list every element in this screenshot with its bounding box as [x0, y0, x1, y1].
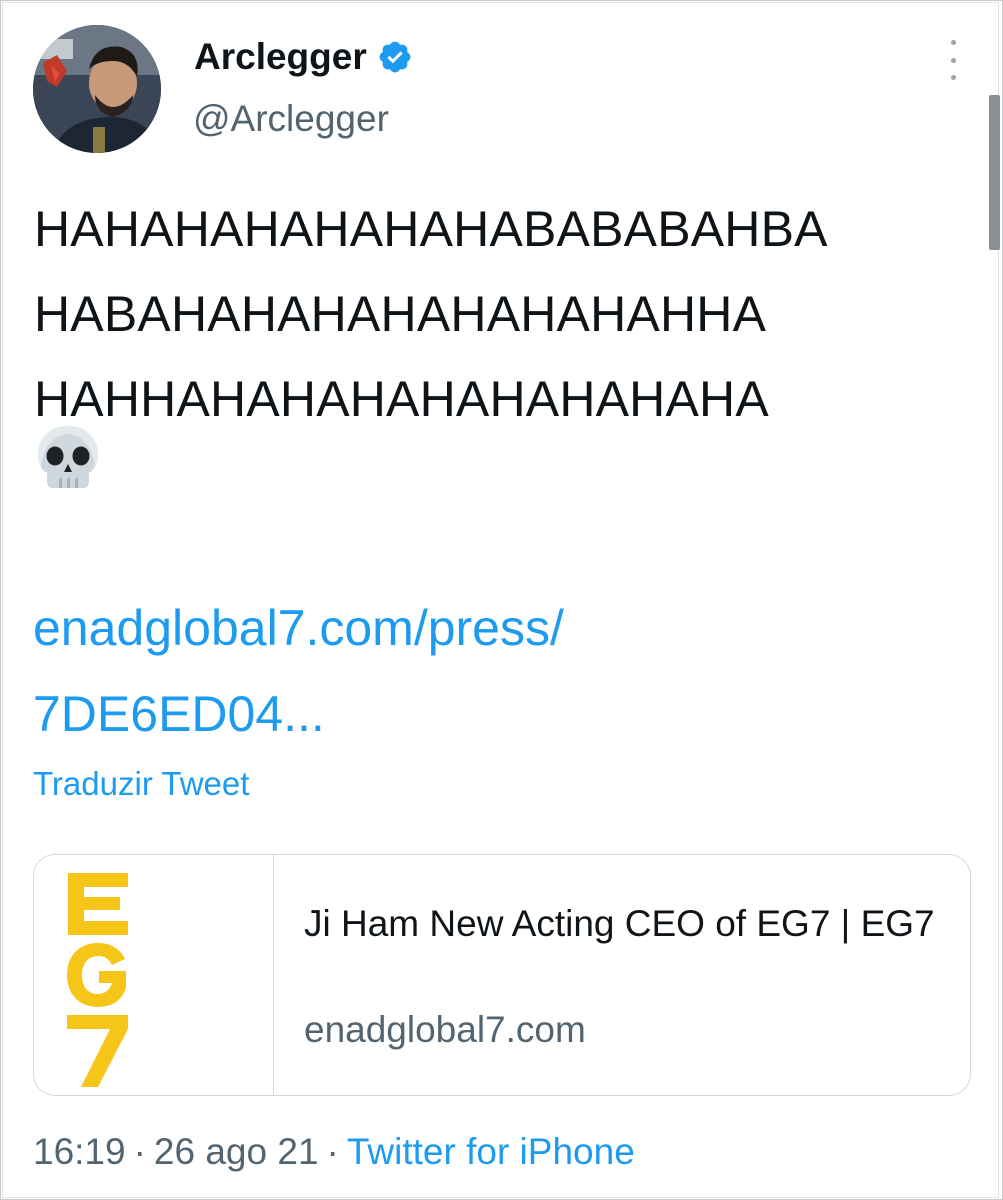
tweet-link[interactable]: enadglobal7.com/press/ 7DE6ED04... [33, 585, 733, 757]
avatar[interactable] [33, 25, 161, 153]
skull-emoji-icon [38, 426, 98, 488]
tweet-source-link[interactable]: Twitter for iPhone [347, 1131, 635, 1172]
author-handle[interactable]: @Arclegger [193, 97, 389, 141]
tweet-text-line: HABAHAHAHAHAHAHAHAHHA [34, 286, 767, 342]
tweet-link-line: enadglobal7.com/press/ [33, 600, 564, 656]
link-card-domain: enadglobal7.com [304, 1009, 586, 1050]
tweet-meta: 16:19 · 26 ago 21 · Twitter for iPhone [33, 1129, 635, 1175]
avatar-photo [33, 25, 161, 153]
link-card-title: Ji Ham New Acting CEO of EG7 | EG7 [304, 903, 935, 944]
author-name-row[interactable]: Arclegger [194, 35, 413, 79]
verified-badge-icon [379, 41, 411, 73]
link-preview-card[interactable]: Ji Ham New Acting CEO of EG7 | EG7 enadg… [33, 854, 971, 1096]
more-vertical-icon-dot [950, 57, 956, 63]
tweet-time[interactable]: 16:19 [33, 1131, 126, 1172]
tweet-text: HAHAHAHAHAHAHABABABAHBA HABAHAHAHAHAHAHA… [34, 187, 828, 442]
more-vertical-icon-dot [950, 40, 956, 45]
display-name[interactable]: Arclegger [194, 35, 367, 79]
translate-tweet-link[interactable]: Traduzir Tweet [33, 764, 249, 804]
meta-separator: · [326, 1131, 339, 1172]
tweet-text-line: HAHHAHAHAHAHAHAHAHAHA [34, 371, 769, 427]
tweet-text-line: HAHAHAHAHAHAHABABABAHBA [34, 201, 828, 257]
more-vertical-icon-dot [950, 75, 956, 80]
eg7-logo [67, 873, 128, 1087]
tweet-date[interactable]: 26 ago 21 [154, 1131, 319, 1172]
tweet-link-line: 7DE6ED04... [33, 686, 325, 742]
scrollbar-thumb[interactable] [989, 95, 1000, 250]
meta-separator: · [133, 1131, 146, 1172]
more-options-button[interactable] [938, 40, 968, 80]
link-card-thumbnail [34, 855, 274, 1095]
